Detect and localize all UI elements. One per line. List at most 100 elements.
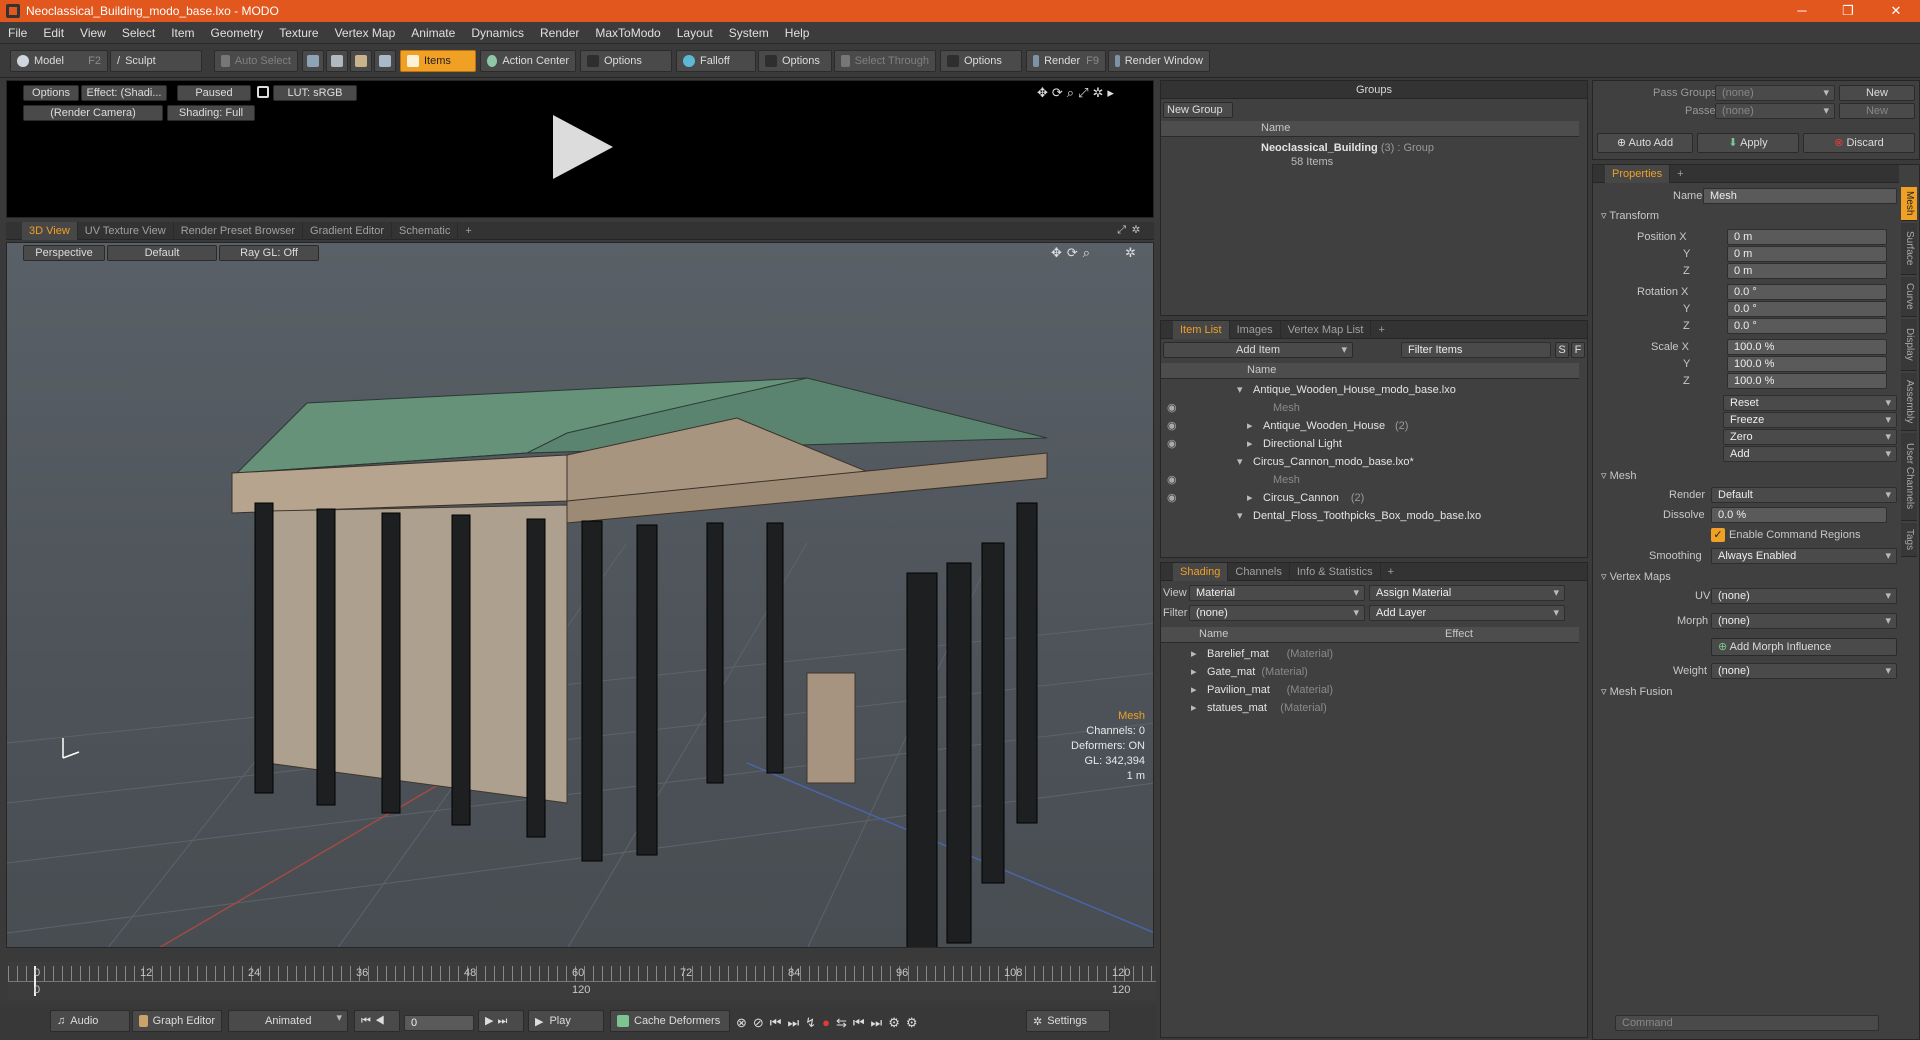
maximize-button[interactable]: ❐ — [1826, 0, 1870, 22]
shader-row[interactable]: ▸ Barelief_mat (Material) — [1161, 645, 1579, 663]
menu-maxtomodo[interactable]: MaxToModo — [587, 26, 668, 40]
item-list-row[interactable]: ◉ Mesh — [1161, 399, 1579, 417]
assign-material-dropdown[interactable]: Assign Material — [1369, 585, 1565, 601]
expand-arrow-icon[interactable]: ▸ — [1191, 645, 1197, 663]
add-tab-button[interactable]: + — [1670, 165, 1690, 183]
items-mode-button[interactable]: Items — [400, 50, 476, 72]
mesh-fusion-section[interactable]: ▿ Mesh Fusion — [1601, 685, 1673, 698]
skip-forward-button[interactable]: ▶⏭ — [478, 1010, 524, 1032]
pass-groups-dropdown[interactable]: (none) — [1715, 85, 1835, 101]
lock-icon[interactable] — [257, 86, 269, 98]
menu-layout[interactable]: Layout — [669, 26, 721, 40]
dissolve-field[interactable]: 0.0 % — [1711, 507, 1887, 523]
tab-item-list[interactable]: Item List — [1173, 320, 1230, 339]
tab-channels[interactable]: Channels — [1228, 562, 1290, 581]
enable-command-regions-checkbox[interactable]: ✓ — [1711, 528, 1725, 542]
add-tab-button[interactable]: + — [1371, 321, 1391, 339]
side-tab[interactable]: User Channels — [1901, 433, 1917, 521]
sculpt-mode-button[interactable]: / Sculpt — [110, 50, 202, 72]
rotation-z-field[interactable]: 0.0 ° — [1727, 318, 1887, 334]
menu-dynamics[interactable]: Dynamics — [463, 26, 532, 40]
menu-item[interactable]: Item — [163, 26, 202, 40]
expand-arrow-icon[interactable]: ▸ — [1247, 489, 1253, 507]
3d-viewport[interactable]: Perspective Default Ray GL: Off ✥⟳⌕ ✲ Me… — [6, 242, 1154, 948]
new-group-button[interactable]: New Group — [1163, 102, 1233, 118]
weight-dropdown[interactable]: (none) — [1711, 663, 1897, 679]
play-button[interactable]: ▶ Play — [528, 1010, 604, 1032]
action-center-button[interactable]: Action Center — [480, 50, 576, 72]
morph-dropdown[interactable]: (none) — [1711, 613, 1897, 629]
side-tab[interactable]: Surface — [1901, 223, 1917, 275]
item-list-row[interactable]: ◉ Mesh — [1161, 471, 1579, 489]
menu-render[interactable]: Render — [532, 26, 587, 40]
menu-select[interactable]: Select — [114, 26, 163, 40]
apply-button[interactable]: ⬇ Apply — [1697, 133, 1799, 153]
render-options-button[interactable]: Options — [23, 85, 79, 101]
render-view-controls-icon[interactable]: ✥⟳⌕⤢✲▸ — [1037, 85, 1118, 101]
select-through-options-button[interactable]: Options — [940, 50, 1022, 72]
play-icon[interactable] — [547, 111, 617, 183]
graph-editor-button[interactable]: Graph Editor — [132, 1010, 222, 1032]
filter-f-button[interactable]: F — [1571, 342, 1585, 358]
item-list-row[interactable]: ◉ ▸ Antique_Wooden_House (2) — [1161, 417, 1579, 435]
polygons-mode-button[interactable] — [350, 50, 372, 72]
rotation-y-field[interactable]: 0.0 ° — [1727, 301, 1887, 317]
key-tools-icon[interactable]: ⊗⊘⏮⏭↯●⇆⏮⏭⚙⚙ — [736, 1015, 924, 1031]
effect-dropdown[interactable]: Effect: (Shadi... — [81, 85, 167, 101]
reset-dropdown[interactable]: Reset — [1723, 395, 1897, 411]
discard-button[interactable]: ⊗ Discard — [1803, 133, 1915, 153]
audio-button[interactable]: ♫ Audio — [50, 1010, 130, 1032]
item-list-row[interactable]: ◉ ▸ Circus_Cannon (2) — [1161, 489, 1579, 507]
side-tab[interactable]: Mesh — [1901, 187, 1917, 221]
action-center-options-button[interactable]: Options — [580, 50, 672, 72]
new-passes-button[interactable]: New — [1839, 103, 1915, 119]
scale-y-field[interactable]: 100.0 % — [1727, 356, 1887, 372]
scale-z-field[interactable]: 100.0 % — [1727, 373, 1887, 389]
visibility-eye-icon[interactable]: ◉ — [1167, 489, 1177, 507]
side-tab[interactable]: Curve — [1901, 277, 1917, 317]
expand-arrow-icon[interactable]: ▾ — [1237, 453, 1243, 471]
uv-dropdown[interactable]: (none) — [1711, 588, 1897, 604]
auto-add-button[interactable]: ⊕ Auto Add — [1597, 133, 1693, 153]
add-tab-button[interactable]: + — [1381, 563, 1401, 581]
item-list-row[interactable]: ▾ Antique_Wooden_House_modo_base.lxo — [1161, 381, 1579, 399]
position-z-field[interactable]: 0 m — [1727, 263, 1887, 279]
render-button[interactable]: Render F9 — [1026, 50, 1106, 72]
expand-arrow-icon[interactable]: ▸ — [1191, 681, 1197, 699]
menu-system[interactable]: System — [721, 26, 777, 40]
visibility-eye-icon[interactable]: ◉ — [1167, 435, 1177, 453]
menu-geometry[interactable]: Geometry — [203, 26, 272, 40]
item-list-row[interactable]: ▾ Circus_Cannon_modo_base.lxo* — [1161, 453, 1579, 471]
add-item-dropdown[interactable]: Add Item — [1163, 342, 1353, 358]
render-dropdown[interactable]: Default — [1711, 487, 1897, 503]
side-tab[interactable]: Display — [1901, 319, 1917, 371]
render-window-button[interactable]: Render Window — [1108, 50, 1210, 72]
visibility-eye-icon[interactable]: ◉ — [1167, 471, 1177, 489]
command-field[interactable]: Command — [1615, 1015, 1879, 1031]
filter-dropdown[interactable]: (none) — [1189, 605, 1365, 621]
menu-file[interactable]: File — [0, 26, 35, 40]
visibility-eye-icon[interactable]: ◉ — [1167, 399, 1177, 417]
view-dropdown[interactable]: Material — [1189, 585, 1365, 601]
add-morph-influence-button[interactable]: ⊕ Add Morph Influence — [1711, 638, 1897, 656]
tab-properties[interactable]: Properties — [1605, 164, 1671, 183]
smoothing-dropdown[interactable]: Always Enabled — [1711, 548, 1897, 564]
menu-texture[interactable]: Texture — [271, 26, 326, 40]
cache-deformers-button[interactable]: Cache Deformers — [610, 1010, 730, 1032]
paused-button[interactable]: Paused — [177, 85, 251, 101]
menu-animate[interactable]: Animate — [403, 26, 463, 40]
tab-3d-view[interactable]: 3D View — [22, 221, 78, 240]
expand-arrow-icon[interactable]: ▾ — [1237, 381, 1243, 399]
transform-section[interactable]: ▿ Transform — [1601, 209, 1659, 222]
freeze-dropdown[interactable]: Freeze — [1723, 412, 1897, 428]
shader-row[interactable]: ▸ Gate_mat (Material) — [1161, 663, 1579, 681]
filter-items-field[interactable]: Filter Items — [1401, 342, 1551, 358]
tab-schematic[interactable]: Schematic — [392, 221, 459, 240]
timeline[interactable]: 0 12 24 36 48 60 72 84 96 108 120 0 120 … — [8, 962, 1156, 1000]
new-pass-button[interactable]: New — [1839, 85, 1915, 101]
expand-arrow-icon[interactable]: ▸ — [1191, 663, 1197, 681]
edges-mode-button[interactable] — [326, 50, 348, 72]
falloff-options-button[interactable]: Options — [758, 50, 832, 72]
add-dropdown[interactable]: Add — [1723, 446, 1897, 462]
visibility-eye-icon[interactable]: ◉ — [1167, 417, 1177, 435]
